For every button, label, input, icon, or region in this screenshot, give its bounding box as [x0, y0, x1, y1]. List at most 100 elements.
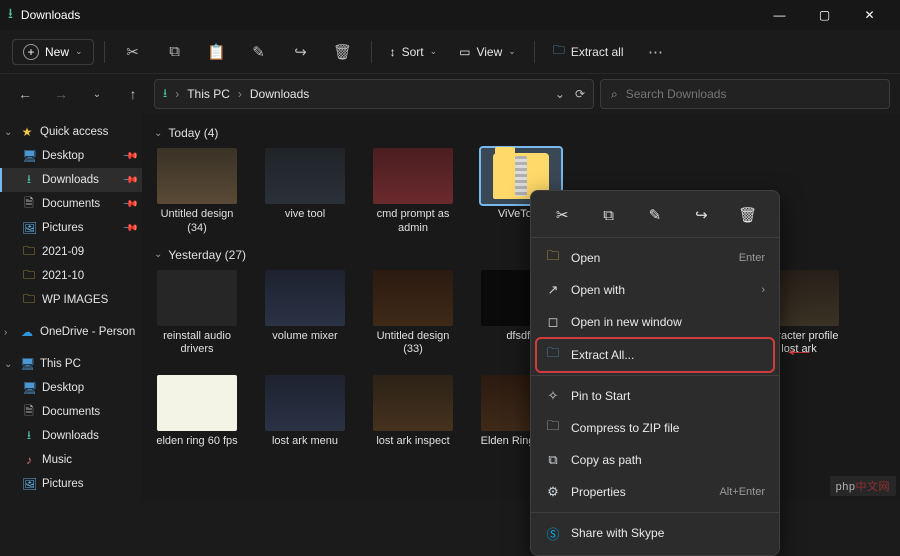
- rename-button[interactable]: ✎: [241, 36, 277, 68]
- file-item[interactable]: lost ark inspect: [370, 375, 456, 449]
- sort-label: Sort: [402, 45, 424, 59]
- pin-icon: 📌: [121, 172, 138, 189]
- ctx-extract-all[interactable]: 🗀Extract All...: [537, 339, 773, 371]
- sort-button[interactable]: ↕ Sort ⌄: [382, 45, 446, 59]
- refresh-button[interactable]: ⟳: [575, 87, 585, 101]
- ctx-separator: [531, 512, 779, 513]
- search-input[interactable]: [626, 87, 879, 101]
- file-item[interactable]: reinstall audio drivers: [154, 270, 240, 358]
- ctx-open-with[interactable]: ↗Open with›: [531, 274, 779, 306]
- new-button[interactable]: + New ⌄: [12, 39, 94, 65]
- file-label: elden ring 60 fps: [156, 435, 237, 449]
- ctx-label: Compress to ZIP file: [571, 421, 679, 435]
- new-label: New: [45, 45, 69, 59]
- extract-all-label: Extract all: [571, 45, 624, 59]
- ctx-shortcut: Alt+Enter: [719, 486, 765, 498]
- file-item[interactable]: vive tool: [262, 148, 348, 236]
- window-icon: ◻: [545, 314, 561, 330]
- delete-button[interactable]: 🗑: [732, 201, 764, 229]
- ctx-label: Properties: [571, 485, 626, 499]
- file-label: cmd prompt as admin: [370, 208, 456, 236]
- sidebar-item-pc-pictures[interactable]: 🖼Pictures: [0, 472, 142, 496]
- ctx-separator: [531, 375, 779, 376]
- view-icon: ▭: [459, 45, 470, 59]
- sidebar-item-desktop[interactable]: 🖥Desktop📌: [0, 144, 142, 168]
- onedrive-group[interactable]: ›☁OneDrive - Person: [0, 320, 142, 344]
- address-row: ← → ⌄ ↑ ⭳ › This PC › Downloads ⌄ ⟳ ⌕: [0, 74, 900, 114]
- sidebar-label: 2021-10: [42, 270, 84, 282]
- sidebar-item-downloads[interactable]: ⭳Downloads📌: [0, 168, 142, 192]
- sidebar-item-documents[interactable]: 🗎Documents📌: [0, 192, 142, 216]
- watermark: php中文网: [830, 476, 896, 496]
- sidebar-item-pc-downloads[interactable]: ⭳Downloads: [0, 424, 142, 448]
- maximize-button[interactable]: ▢: [802, 0, 847, 30]
- quick-access-group[interactable]: ⌄★Quick access: [0, 120, 142, 144]
- properties-icon: ⚙: [545, 484, 561, 500]
- group-today[interactable]: ⌄Today (4): [154, 126, 888, 140]
- search-box[interactable]: ⌕: [600, 79, 890, 109]
- context-menu: ✂ ⧉ ✎ ↪ 🗑 🗀OpenEnter ↗Open with› ◻ Open i…: [530, 190, 780, 556]
- ctx-label: Open in new window: [571, 315, 682, 329]
- cut-button[interactable]: ✂: [115, 36, 151, 68]
- sidebar-item-pc-music[interactable]: ♪Music: [0, 448, 142, 472]
- close-button[interactable]: ✕: [847, 0, 892, 30]
- sidebar-item-pictures[interactable]: 🖼Pictures📌: [0, 216, 142, 240]
- file-item[interactable]: Untitled design (33): [370, 270, 456, 358]
- back-button[interactable]: ←: [10, 79, 40, 109]
- ctx-label: Pin to Start: [571, 389, 630, 403]
- sidebar-item-pc-desktop[interactable]: 🖥Desktop: [0, 376, 142, 400]
- forward-button[interactable]: →: [46, 79, 76, 109]
- view-button[interactable]: ▭ View ⌄: [451, 45, 524, 59]
- ctx-properties[interactable]: ⚙ Properties Alt+Enter: [531, 476, 779, 508]
- extract-icon: 🗀: [545, 344, 561, 366]
- ctx-compress[interactable]: 🗀Compress to ZIP file: [531, 412, 779, 444]
- file-label: reinstall audio drivers: [154, 330, 240, 358]
- chevron-right-icon: ›: [238, 87, 242, 101]
- breadcrumb-folder[interactable]: Downloads: [250, 87, 309, 101]
- more-button[interactable]: ⋯: [638, 36, 674, 68]
- delete-button[interactable]: 🗑: [325, 36, 361, 68]
- extract-all-toolbar-button[interactable]: 🗀 Extract all: [545, 41, 632, 62]
- ctx-pin-start[interactable]: ✧Pin to Start: [531, 380, 779, 412]
- file-label: vive tool: [285, 208, 325, 222]
- sidebar-item-wp-images[interactable]: 🗀WP IMAGES: [0, 288, 142, 312]
- file-item[interactable]: lost ark menu: [262, 375, 348, 449]
- breadcrumb-bar[interactable]: ⭳ › This PC › Downloads ⌄ ⟳: [154, 79, 594, 109]
- paste-button[interactable]: 📋: [199, 36, 235, 68]
- up-button[interactable]: ↑: [118, 79, 148, 109]
- chevron-down-icon: ⌄: [75, 46, 83, 57]
- share-button[interactable]: ↪: [685, 201, 717, 229]
- rename-button[interactable]: ✎: [639, 201, 671, 229]
- sidebar-item-2021-09[interactable]: 🗀2021-09: [0, 240, 142, 264]
- ctx-share-skype[interactable]: ⓈShare with Skype: [531, 517, 779, 549]
- file-item[interactable]: volume mixer: [262, 270, 348, 358]
- ctx-copy-path[interactable]: ⧉Copy as path: [531, 444, 779, 476]
- cut-button[interactable]: ✂: [546, 201, 578, 229]
- chevron-down-icon[interactable]: ⌄: [555, 87, 565, 101]
- copy-button[interactable]: ⧉: [593, 201, 625, 229]
- ctx-label: Open with: [571, 283, 625, 297]
- this-pc-group[interactable]: ⌄🖥This PC: [0, 352, 142, 376]
- context-icon-row: ✂ ⧉ ✎ ↪ 🗑: [531, 197, 779, 238]
- recent-button[interactable]: ⌄: [82, 79, 112, 109]
- sidebar-item-2021-10[interactable]: 🗀2021-10: [0, 264, 142, 288]
- sidebar-label: Pictures: [42, 478, 84, 490]
- sidebar-label: OneDrive - Person: [40, 326, 135, 338]
- sidebar-label: Desktop: [42, 382, 84, 394]
- minimize-button[interactable]: —: [757, 0, 802, 30]
- sidebar-item-pc-documents[interactable]: 🗎Documents: [0, 400, 142, 424]
- file-item[interactable]: Untitled design (34): [154, 148, 240, 236]
- file-item[interactable]: cmd prompt as admin: [370, 148, 456, 236]
- extract-icon: 🗀: [553, 41, 565, 62]
- group-label: Yesterday (27): [168, 248, 246, 262]
- content-pane: ⌄Today (4) Untitled design (34) vive too…: [142, 114, 900, 500]
- file-item[interactable]: elden ring 60 fps: [154, 375, 240, 449]
- pin-icon: 📌: [121, 148, 138, 165]
- breadcrumb-root[interactable]: This PC: [187, 87, 230, 101]
- window-title: Downloads: [21, 8, 80, 22]
- ctx-open-new-window[interactable]: ◻ Open in new window: [531, 306, 779, 338]
- ctx-open[interactable]: 🗀OpenEnter: [531, 242, 779, 274]
- copy-button[interactable]: ⧉: [157, 36, 193, 68]
- share-button[interactable]: ↪: [283, 36, 319, 68]
- downloads-icon: ⭳: [8, 3, 13, 27]
